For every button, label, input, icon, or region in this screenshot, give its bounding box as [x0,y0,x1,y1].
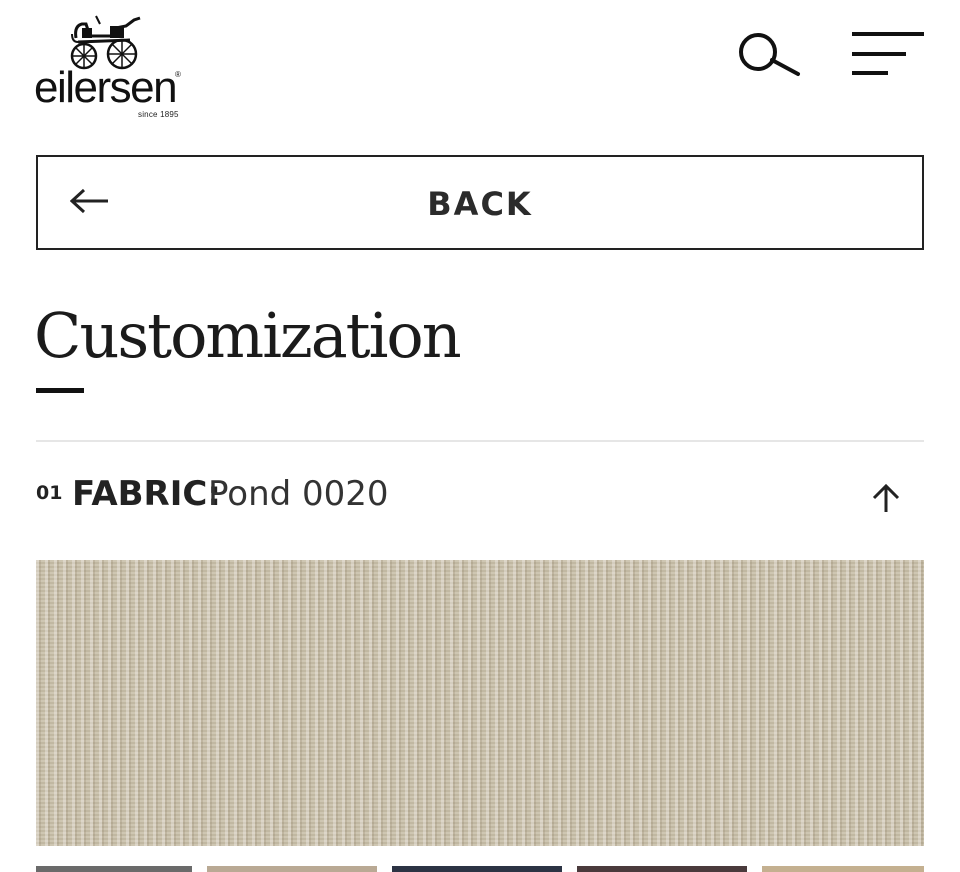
back-label: BACK [427,185,533,223]
eilersen-logo[interactable]: eilersen ® since 1895 [34,14,184,119]
selected-fabric-name: Pond 0020 [208,474,389,514]
site-header: eilersen ® since 1895 [0,0,960,130]
carriage-icon [70,15,141,70]
section-divider [36,440,924,442]
menu-button[interactable] [850,28,926,80]
fabric-thumbnail[interactable] [577,866,747,872]
fabric-thumbnail[interactable] [36,866,192,872]
fabric-thumbnail[interactable] [762,866,924,872]
fabric-thumbnail[interactable] [207,866,377,872]
logo-registered-mark: ® [175,70,181,79]
fabric-thumbnail[interactable] [392,866,562,872]
section-number: 01 [36,482,63,504]
logo-wordmark: eilersen [34,63,178,112]
section-label: FABRIC: [72,474,221,514]
back-button[interactable]: BACK [36,155,924,250]
page-title: Customization [34,299,462,372]
search-icon [739,33,800,76]
fabric-section-toggle[interactable]: 01 FABRIC: Pond 0020 [36,470,924,526]
arrow-up-icon [872,483,900,512]
selected-fabric-swatch [36,560,924,846]
search-button[interactable] [736,30,802,80]
logo-since: since 1895 [138,110,179,119]
title-underline [36,388,84,393]
